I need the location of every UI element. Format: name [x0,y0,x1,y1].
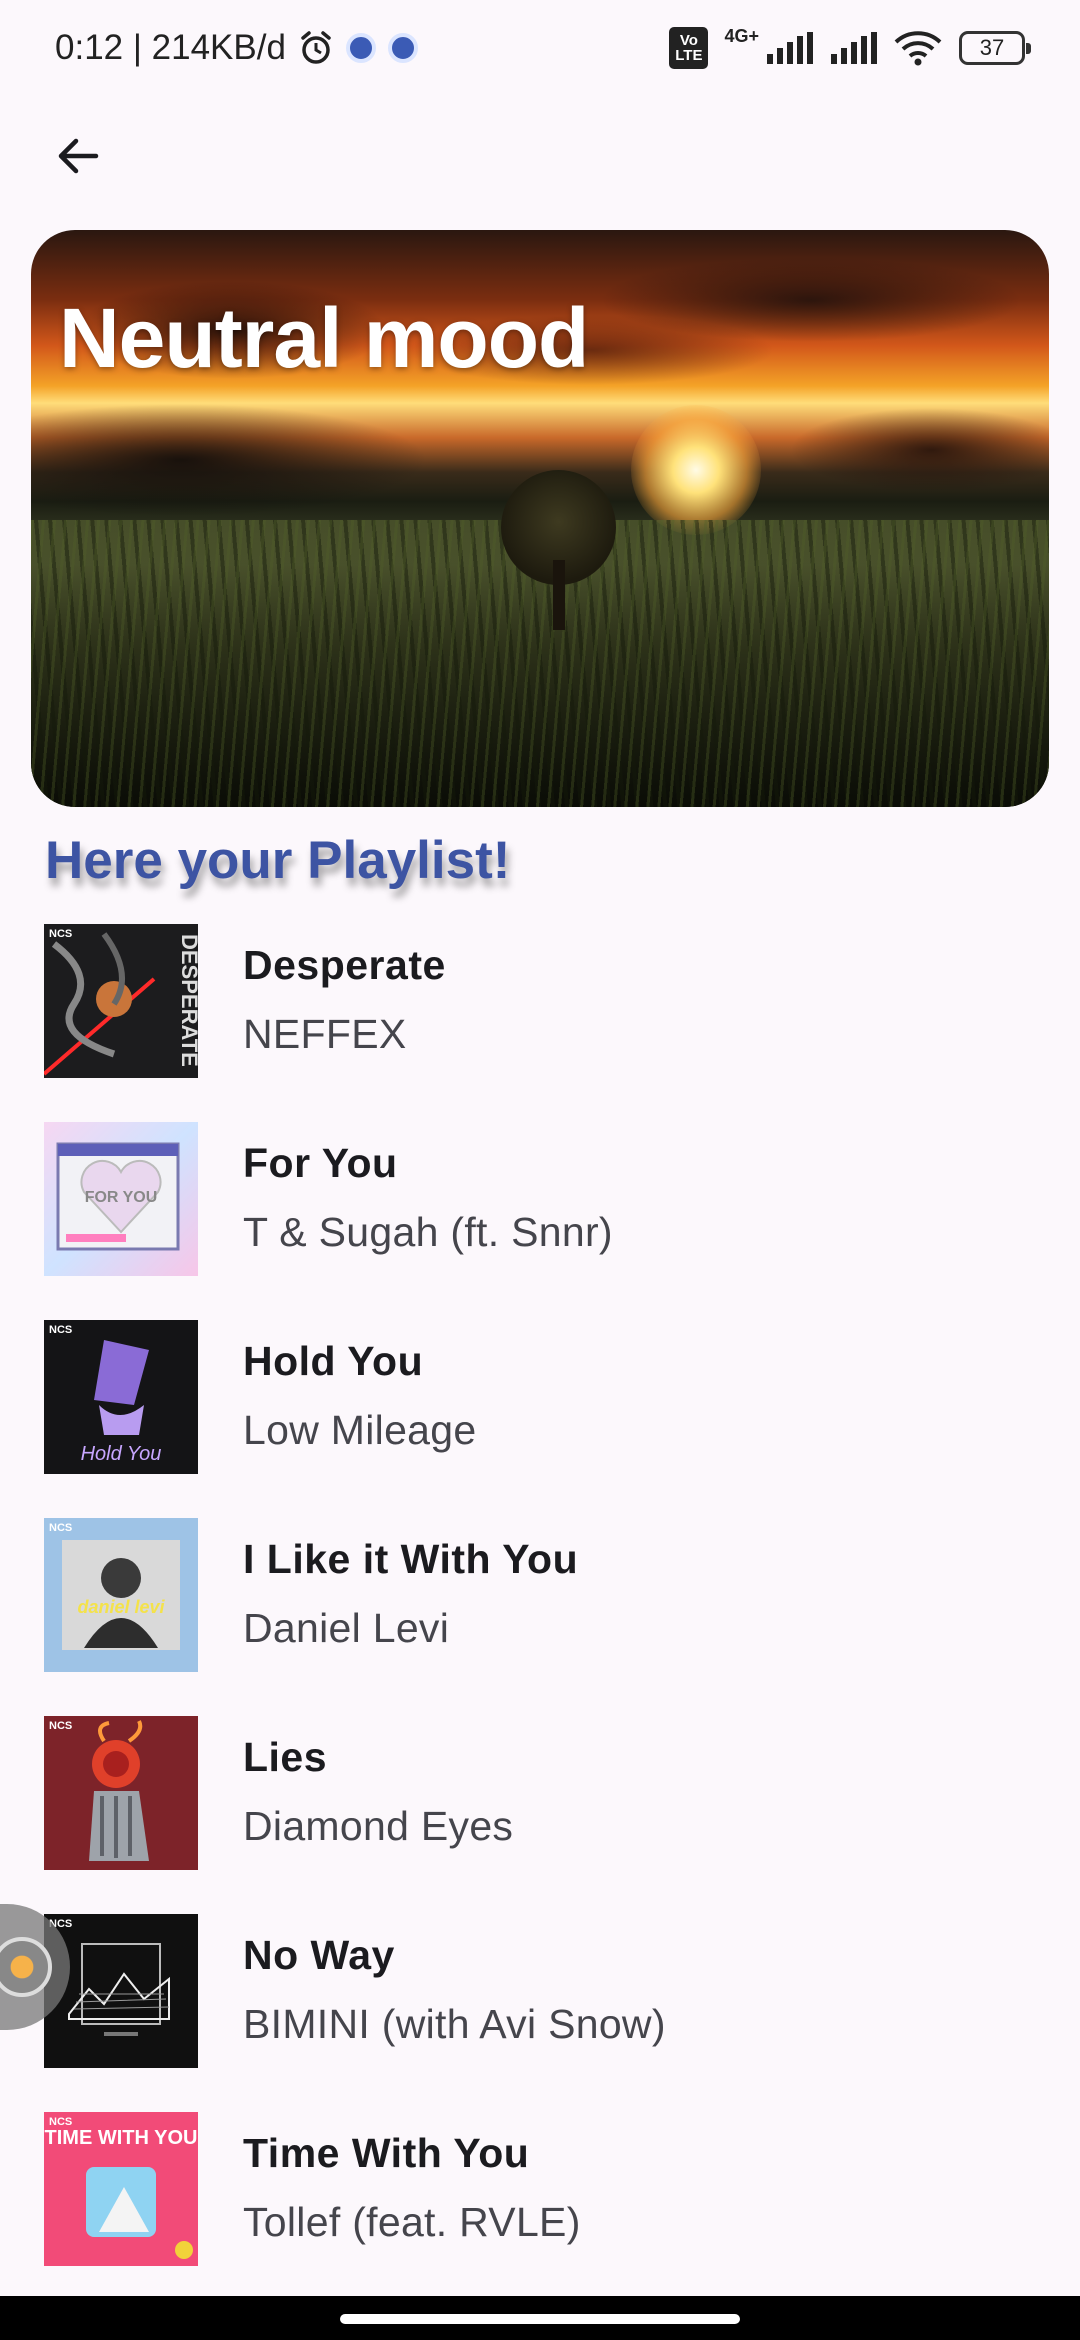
track-title: Desperate [243,942,446,988]
ncs-label: NCS [49,1720,73,1732]
arrow-left-icon [58,138,99,174]
back-button[interactable] [40,118,116,194]
album-cover: TIME WITH YOU NCS [44,2112,198,2266]
signal-icon [765,32,813,64]
track-text: Desperate NEFFEX [243,924,446,1058]
track-text: I Like it With You Daniel Levi [243,1518,578,1652]
track-artist: T & Sugah (ft. Snnr) [243,1209,613,1255]
signal-icon-2 [829,32,877,64]
mood-hero-banner: Neutral mood [31,230,1049,807]
track-artist: Daniel Levi [243,1605,450,1651]
app-notification-icon [345,33,376,63]
track-artist: Diamond Eyes [243,1803,514,1849]
volte-icon: Vo LTE [669,27,709,69]
hero-sun [631,405,761,535]
ncs-label: NCS [49,1522,73,1534]
cover-text: DESPERATE [177,934,198,1067]
cover-text: TIME WITH YOU [45,2127,198,2149]
track-row[interactable]: TIME WITH YOU NCS Time With You Tollef (… [0,2112,1080,2310]
track-row[interactable]: FOR YOU For You T & Sugah (ft. Snnr) [0,1122,1080,1320]
status-left: 0:12 | 214KB/d [55,28,418,68]
album-cover: NCS [44,1914,198,2068]
track-row[interactable]: DESPERATE NCS Desperate NEFFEX [0,924,1080,1122]
status-right: Vo LTE 4G+ 37 [669,25,1031,69]
track-title: Hold You [243,1338,424,1384]
album-cover: DESPERATE NCS [44,924,198,1078]
cover-text: Hold You [81,1443,162,1465]
album-cover: Hold You NCS [44,1320,198,1474]
track-artist: BIMINI (with Avi Snow) [243,2001,666,2047]
hero-tree-trunk [553,560,565,630]
track-title: Time With You [243,2130,530,2176]
status-bar: 0:12 | 214KB/d Vo LTE 4G+ 37 [0,0,1080,96]
album-cover: NCS [44,1716,198,1870]
ncs-label: NCS [49,2116,73,2128]
track-text: Hold You Low Mileage [243,1320,477,1454]
track-text: For You T & Sugah (ft. Snnr) [243,1122,613,1256]
network-type: 4G+ [724,25,759,46]
track-title: No Way [243,1932,395,1978]
home-indicator[interactable] [340,2314,740,2324]
track-row[interactable]: NCS No Way BIMINI (with Avi Snow) [0,1914,1080,2112]
cover-text: FOR YOU [85,1189,158,1206]
track-title: For You [243,1140,398,1186]
ncs-label: NCS [49,928,73,940]
track-artist: Tollef (feat. RVLE) [243,2199,581,2245]
mood-title: Neutral mood [59,291,589,385]
track-title: I Like it With You [243,1536,579,1582]
navigation-bar [0,2296,1080,2340]
album-cover: FOR YOU [44,1122,198,1276]
ncs-label: NCS [49,1324,73,1336]
track-title: Lies [243,1734,328,1780]
playlist-heading: Here your Playlist! [45,831,511,890]
track-row[interactable]: Hold You NCS Hold You Low Mileage [0,1320,1080,1518]
track-artist: NEFFEX [243,1011,407,1057]
telegram-notification-icon [387,33,418,63]
wifi-icon [893,30,943,66]
track-text: Time With You Tollef (feat. RVLE) [243,2112,581,2246]
track-list: DESPERATE NCS Desperate NEFFEX FOR YOU F… [0,924,1080,2310]
assistant-icon [0,1937,52,1997]
track-row[interactable]: NCS Lies Diamond Eyes [0,1716,1080,1914]
track-text: No Way BIMINI (with Avi Snow) [243,1914,666,2048]
track-text: Lies Diamond Eyes [243,1716,513,1850]
battery-icon: 37 [959,31,1031,65]
alarm-icon [298,30,334,66]
track-artist: Low Mileage [243,1407,477,1453]
cover-text: daniel levi [77,1597,165,1617]
album-cover: daniel levi NCS [44,1518,198,1672]
status-time: 0:12 | 214KB/d [55,28,286,67]
track-row[interactable]: daniel levi NCS I Like it With You Danie… [0,1518,1080,1716]
